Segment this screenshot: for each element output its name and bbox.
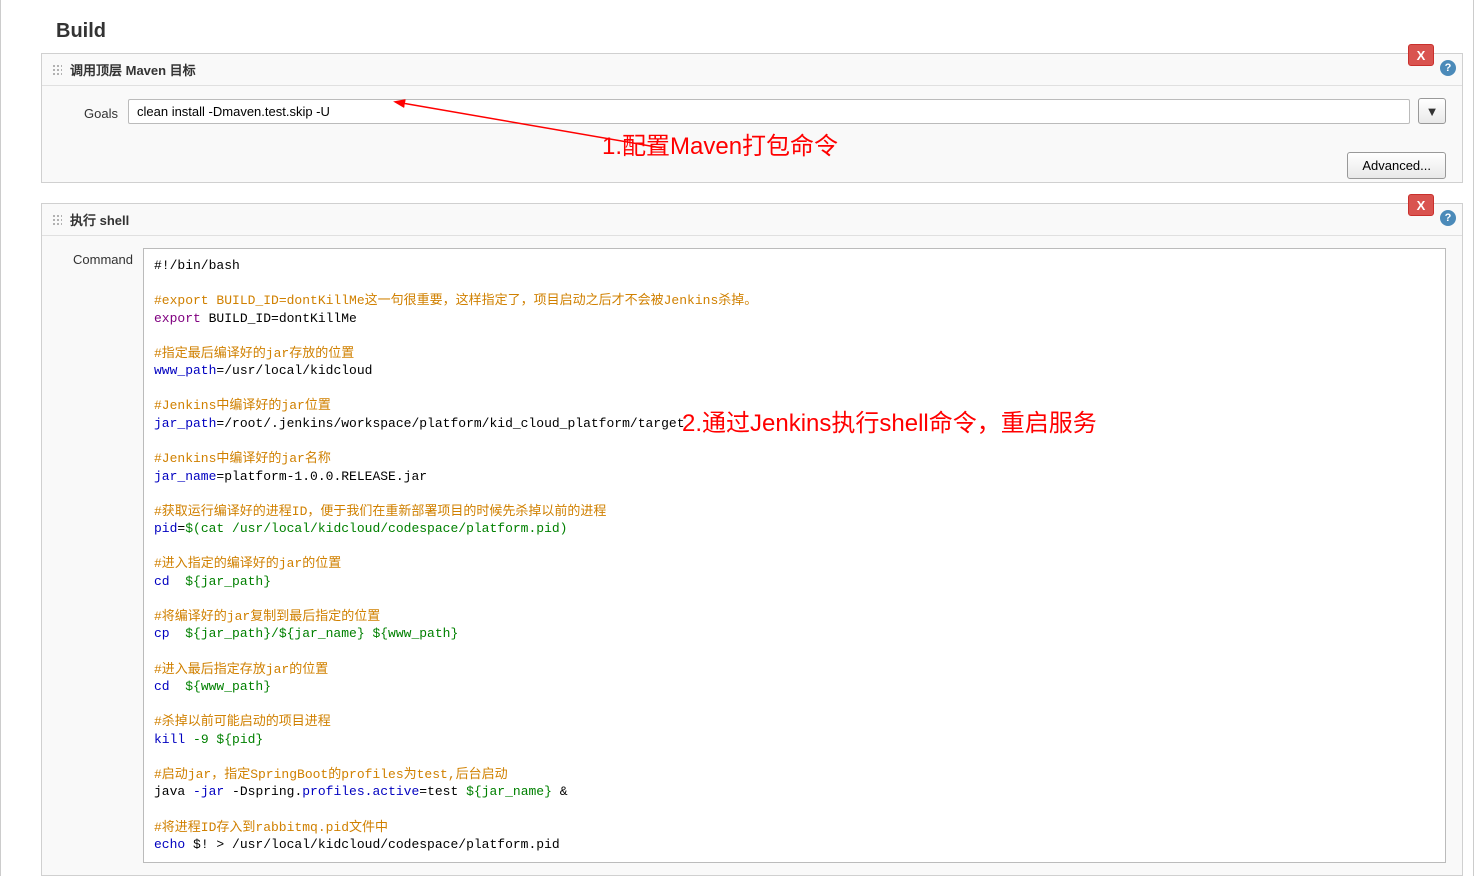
panel-title: 调用顶层 Maven 目标 [70,60,196,79]
maven-build-step-panel: X ? 调用顶层 Maven 目标 Goals ▼ Advanced... 1.… [41,53,1463,183]
drag-handle-icon[interactable] [52,64,62,76]
panel-header: 调用顶层 Maven 目标 [42,54,1462,86]
help-icon[interactable]: ? [1440,210,1456,226]
shell-build-step-panel: X ? 执行 shell Command #!/bin/bash #export… [41,203,1463,876]
panel-header: 执行 shell [42,204,1462,236]
goals-input[interactable] [128,99,1410,124]
annotation-1: 1.配置Maven打包命令 [602,126,838,161]
close-button[interactable]: X [1408,44,1434,66]
chevron-down-icon: ▼ [1426,104,1439,119]
advanced-button[interactable]: Advanced... [1347,152,1446,179]
command-label: Command [58,248,133,267]
section-title: Build [41,0,1463,53]
drag-handle-icon[interactable] [52,214,62,226]
goals-dropdown-button[interactable]: ▼ [1418,98,1446,124]
goals-label: Goals [58,102,118,121]
panel-title: 执行 shell [70,210,129,229]
close-button[interactable]: X [1408,194,1434,216]
help-icon[interactable]: ? [1440,60,1456,76]
shell-command-editor[interactable]: #!/bin/bash #export BUILD_ID=dontKillMe这… [143,248,1446,863]
